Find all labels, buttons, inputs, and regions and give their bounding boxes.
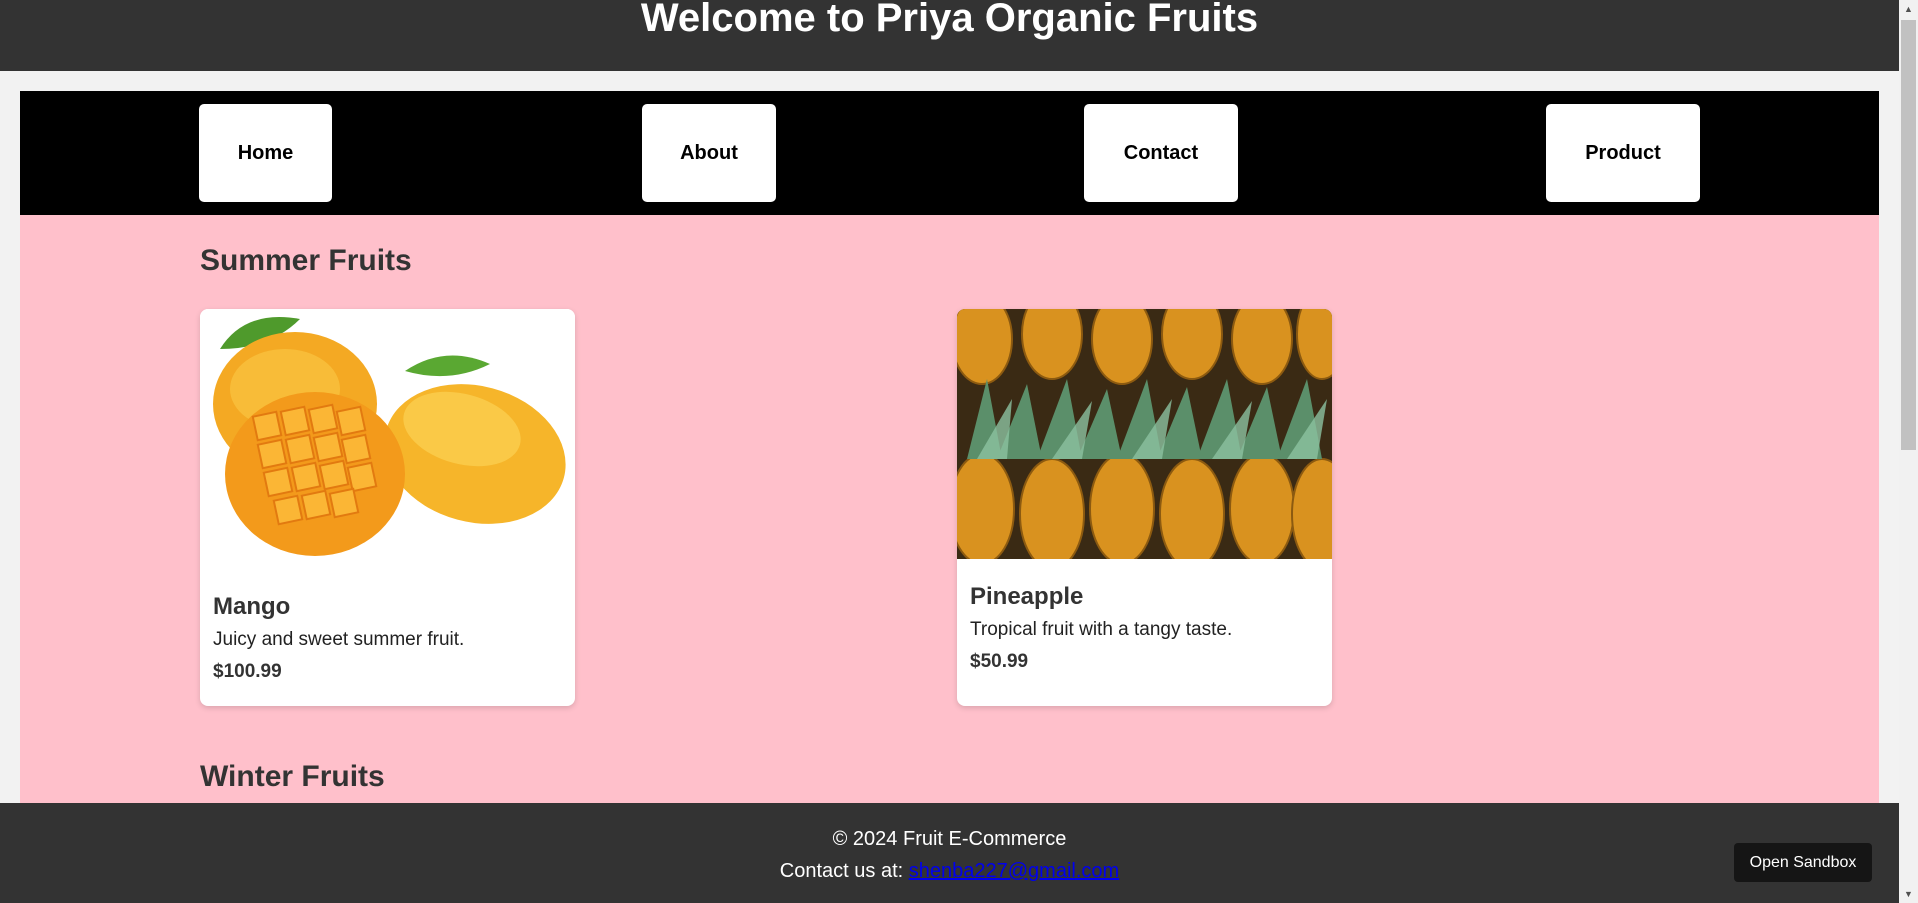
section-title-summer: Summer Fruits [200,244,412,277]
product-description: Tropical fruit with a tangy taste. [970,619,1233,640]
main-content: Summer Fruits Mango Juicy and sweet summ… [20,215,1879,803]
nav-item-home[interactable]: Home [199,104,332,202]
product-name: Mango [213,593,291,620]
product-price: $50.99 [970,651,1029,672]
open-sandbox-button[interactable]: Open Sandbox [1734,843,1872,882]
scroll-down-icon[interactable]: ▼ [1899,885,1918,903]
mango-image [200,309,575,579]
product-name: Pineapple [970,583,1084,610]
scroll-thumb[interactable] [1901,20,1916,450]
site-title: Welcome to Priya Organic Fruits [640,0,1259,40]
section-title-winter: Winter Fruits [200,760,385,793]
footer-copyright: © 2024 Fruit E-Commerce [832,828,1067,850]
page-scrollbar[interactable]: ▲ ▼ [1899,0,1918,903]
nav-item-about[interactable]: About [642,104,776,202]
pineapple-image [957,309,1332,559]
site-header: Welcome to Priya Organic Fruits [0,0,1899,71]
nav-item-contact[interactable]: Contact [1084,104,1238,202]
footer-contact-label: Contact us at: [779,860,909,882]
scroll-up-icon[interactable]: ▲ [1899,0,1918,18]
footer-contact: Contact us at: shenba227@gmail.com [0,860,1899,883]
nav-bar: Home About Contact Product [20,91,1879,215]
product-price: $100.99 [213,661,282,682]
product-card-mango[interactable]: Mango Juicy and sweet summer fruit. $100… [200,309,575,706]
product-description: Juicy and sweet summer fruit. [213,629,465,650]
site-footer: © 2024 Fruit E-Commerce Contact us at: s… [0,803,1899,903]
footer-email-link[interactable]: shenba227@gmail.com [909,860,1119,882]
nav-item-product[interactable]: Product [1546,104,1700,202]
product-card-pineapple[interactable]: Pineapple Tropical fruit with a tangy ta… [957,309,1332,706]
